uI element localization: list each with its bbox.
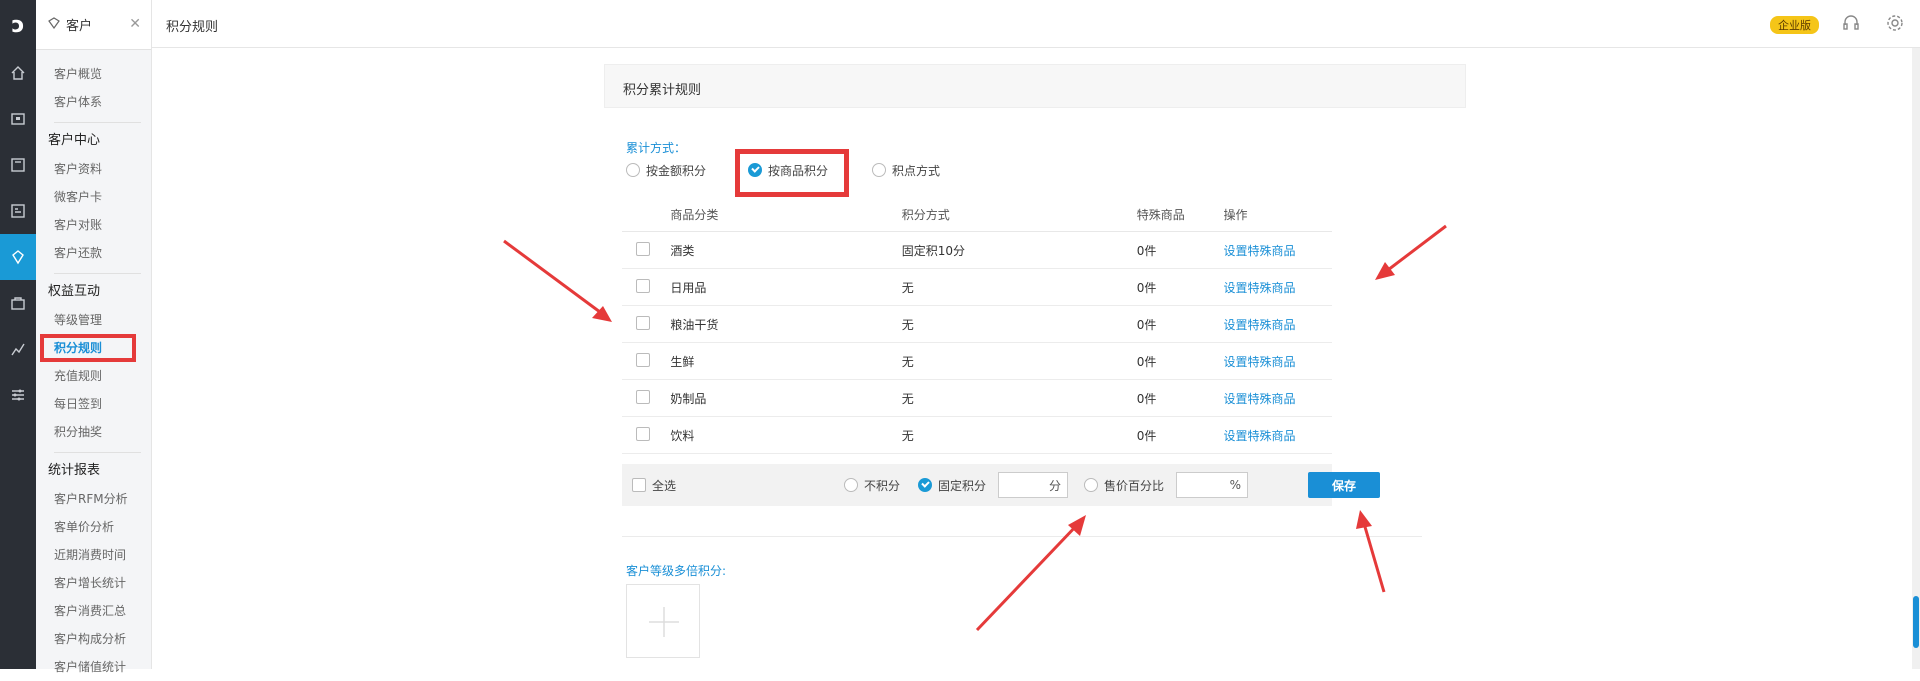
annotation-arrow [975,515,1086,632]
annotation-arrows [503,224,1447,632]
annotation-arrow [1375,224,1447,280]
annotation-arrow [503,239,612,322]
annotation-arrow [1356,510,1386,593]
